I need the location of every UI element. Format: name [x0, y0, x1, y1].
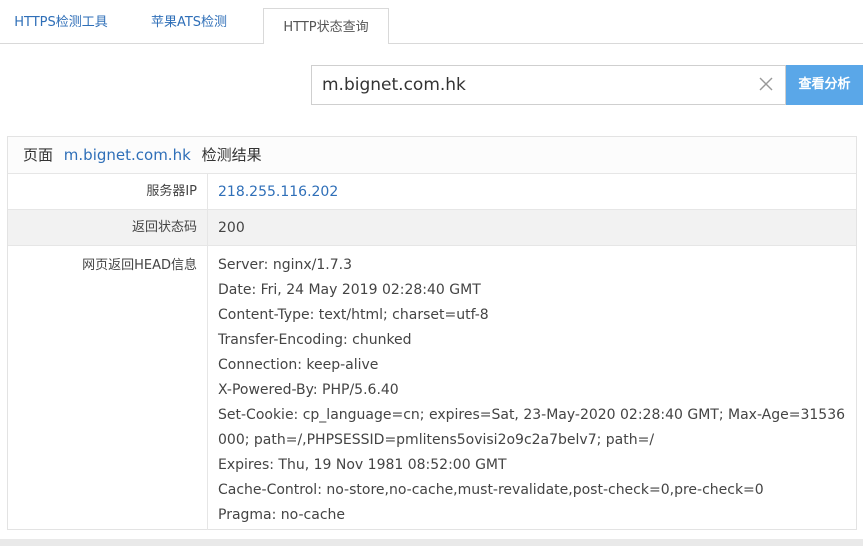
tab-apple-ats-check[interactable]: 苹果ATS检测	[127, 0, 251, 44]
search-input[interactable]	[322, 66, 742, 104]
header-line: Transfer-Encoding: chunked	[218, 332, 412, 348]
server-ip-cell: 218.255.116.202	[208, 174, 856, 210]
header-line: Server: nginx/1.7.3	[218, 257, 352, 273]
status-code-row: 返回状态码 200	[8, 210, 856, 246]
status-code-label: 返回状态码	[8, 210, 208, 245]
search-area: 查看分析	[0, 44, 863, 126]
header-line: Expires: Thu, 19 Nov 1981 08:52:00 GMT	[218, 457, 507, 473]
header-line: Pragma: no-cache	[218, 507, 346, 523]
header-line: Cache-Control: no-store,no-cache,must-re…	[218, 482, 764, 498]
server-ip-link[interactable]: 218.255.116.202	[218, 184, 338, 200]
status-code-value: 200	[218, 220, 245, 236]
head-info-label: 网页返回HEAD信息	[8, 246, 208, 530]
result-title-suffix: 检测结果	[201, 146, 262, 164]
search-box	[311, 65, 786, 105]
head-info-row: 网页返回HEAD信息 Server: nginx/1.7.3 Date: Fri…	[8, 246, 856, 530]
tab-https-check[interactable]: HTTPS检测工具	[0, 0, 122, 44]
header-line: Content-Type: text/html; charset=utf-8	[218, 307, 489, 323]
head-info-list: Server: nginx/1.7.3 Date: Fri, 24 May 20…	[208, 246, 856, 528]
header-line: X-Powered-By: PHP/5.6.40	[218, 382, 399, 398]
tab-bar: HTTPS检测工具 苹果ATS检测 HTTP状态查询	[0, 0, 863, 53]
result-panel: 页面 m.bignet.com.hk 检测结果 服务器IP 218.255.11…	[7, 136, 857, 530]
header-line: Connection: keep-alive	[218, 357, 379, 373]
analyze-button[interactable]: 查看分析	[786, 65, 863, 105]
result-domain-link[interactable]: m.bignet.com.hk	[64, 146, 191, 164]
close-icon[interactable]	[757, 75, 775, 93]
server-ip-label: 服务器IP	[8, 174, 208, 209]
bottom-divider	[0, 539, 863, 546]
result-title-prefix: 页面	[23, 146, 54, 164]
server-ip-row: 服务器IP 218.255.116.202	[8, 174, 856, 210]
header-line: Date: Fri, 24 May 2019 02:28:40 GMT	[218, 282, 481, 298]
result-title: 页面 m.bignet.com.hk 检测结果	[8, 137, 856, 174]
header-line: Set-Cookie: cp_language=cn; expires=Sat,…	[218, 407, 846, 448]
